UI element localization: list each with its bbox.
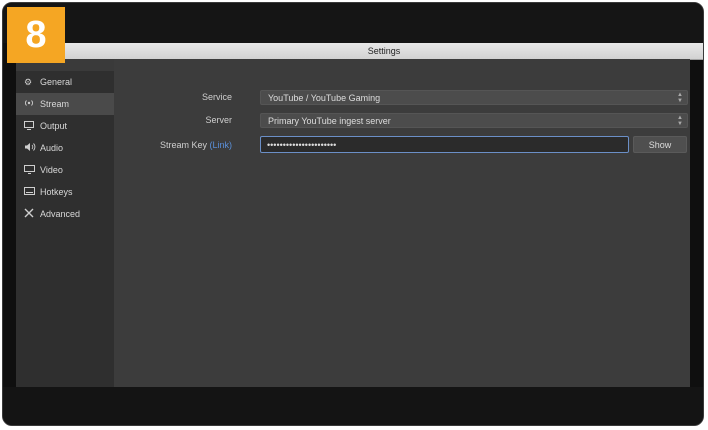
sidebar-item-label: Video — [40, 165, 63, 175]
service-select[interactable]: YouTube / YouTube Gaming ▲ ▼ — [260, 90, 688, 105]
bottom-bar — [3, 387, 703, 425]
sidebar-item-label: Advanced — [40, 209, 81, 219]
sidebar-item-general[interactable]: ⚙ General — [16, 71, 114, 93]
settings-sidebar: ⚙ General Stream Output Audio Video Hotk… — [16, 71, 114, 391]
keyboard-icon — [24, 187, 40, 197]
stream-key-link[interactable]: (Link) — [209, 140, 232, 150]
sidebar-item-video[interactable]: Video — [16, 159, 114, 181]
tools-icon — [24, 208, 40, 220]
step-badge: 8 — [7, 7, 65, 63]
monitor-icon — [24, 164, 40, 176]
service-value: YouTube / YouTube Gaming — [268, 92, 381, 103]
sidebar-item-label: Audio — [40, 143, 64, 153]
stream-settings-panel: Service YouTube / YouTube Gaming ▲ ▼ Serv… — [114, 59, 690, 391]
sidebar-item-label: Output — [40, 121, 68, 131]
sidebar-item-stream[interactable]: Stream — [16, 93, 114, 115]
sidebar-item-label: Stream — [40, 99, 70, 109]
stream-key-label: Stream Key — [159, 140, 207, 150]
stream-key-label-group: Stream Key (Link) — [160, 140, 232, 150]
select-arrows-icon: ▲ ▼ — [677, 115, 683, 127]
speaker-icon — [24, 142, 40, 154]
show-button[interactable]: Show — [633, 136, 687, 153]
stream-key-input[interactable]: •••••••••••••••••••••• — [260, 136, 629, 153]
sidebar-item-hotkeys[interactable]: Hotkeys — [16, 181, 114, 203]
screenshot-frame: 8 Settings ⚙ General Stream Output Audio… — [2, 2, 704, 426]
select-arrows-icon: ▲ ▼ — [677, 92, 683, 104]
top-bar — [3, 3, 703, 43]
output-icon — [24, 120, 40, 132]
window-title: Settings — [65, 43, 703, 60]
server-select[interactable]: Primary YouTube ingest server ▲ ▼ — [260, 113, 688, 128]
service-label: Service — [201, 92, 232, 102]
sidebar-item-label: General — [40, 77, 73, 87]
server-label: Server — [205, 115, 232, 125]
sidebar-item-output[interactable]: Output — [16, 115, 114, 137]
settings-window: ⚙ General Stream Output Audio Video Hotk… — [16, 59, 690, 391]
sidebar-item-advanced[interactable]: Advanced — [16, 203, 114, 225]
sidebar-item-audio[interactable]: Audio — [16, 137, 114, 159]
sidebar-item-label: Hotkeys — [40, 187, 73, 197]
gear-icon: ⚙ — [24, 76, 33, 87]
server-value: Primary YouTube ingest server — [268, 115, 391, 126]
broadcast-icon — [24, 98, 40, 110]
